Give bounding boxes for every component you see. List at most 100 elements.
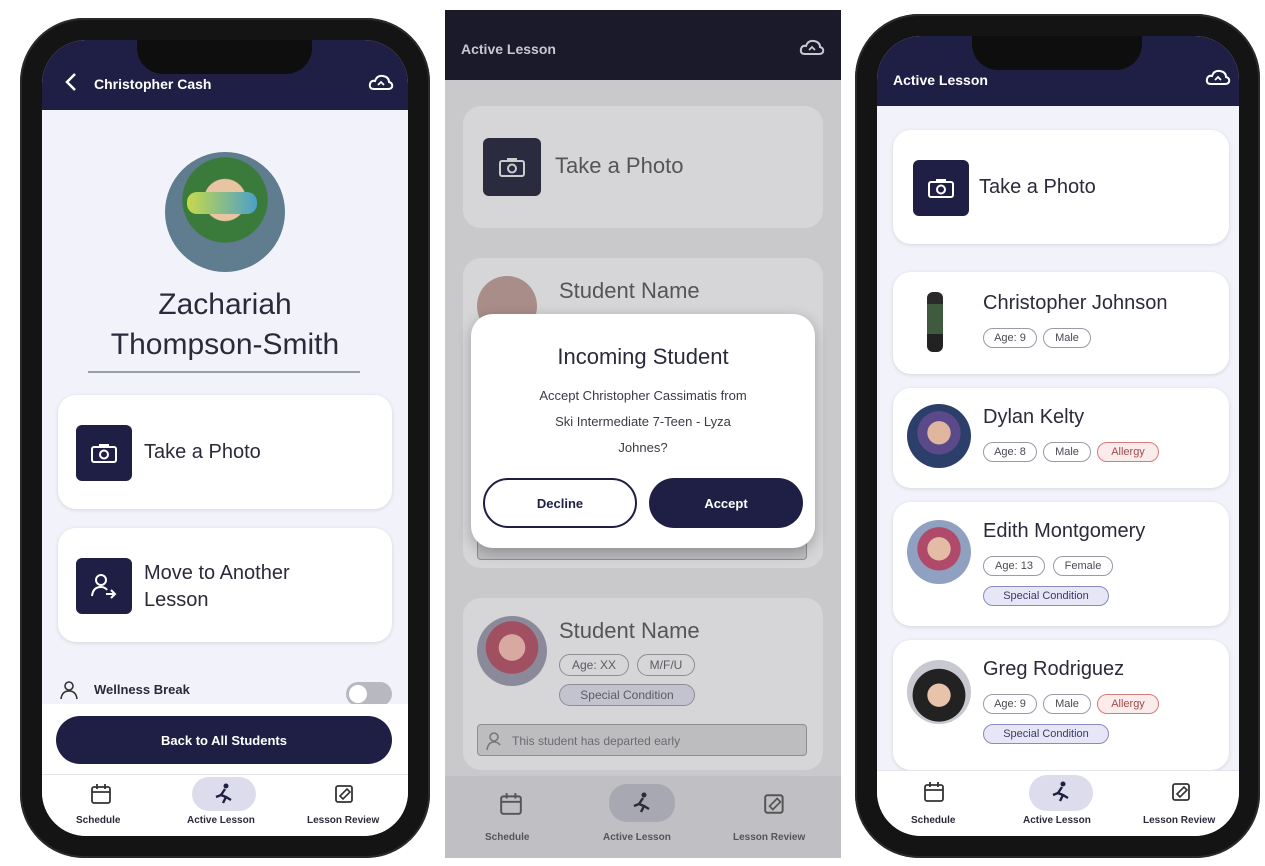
back-button-area: Back to All Students xyxy=(42,704,408,774)
modal-message-line3: Johnes? xyxy=(618,440,668,455)
move-lesson-card[interactable]: Move to Another Lesson xyxy=(58,528,392,642)
cloud-sync-icon[interactable] xyxy=(1205,68,1231,88)
modal-message-line1: Accept Christopher Cassimatis from xyxy=(539,388,747,403)
left-bottom-nav: Schedule Active Lesson Lesson Review xyxy=(42,774,408,836)
nav-review-label[interactable]: Lesson Review xyxy=(1143,815,1215,826)
nav-review-label[interactable]: Lesson Review xyxy=(307,815,379,826)
student-avatar xyxy=(477,616,547,686)
camera-icon xyxy=(91,444,117,463)
cloud-sync-icon[interactable] xyxy=(799,38,825,58)
back-button-label: Back to All Students xyxy=(161,732,287,748)
student-card-2[interactable]: Student Name Age: XX M/F/U Special Condi… xyxy=(463,598,823,770)
wellness-row: Wellness Break xyxy=(42,668,408,706)
gender-tag: Female xyxy=(1053,556,1113,576)
person-icon xyxy=(60,681,78,700)
take-photo-card[interactable]: Take a Photo xyxy=(58,395,392,509)
student-name-line2: Thompson-Smith xyxy=(110,328,340,361)
modal-title: Incoming Student xyxy=(557,344,729,369)
camera-icon-box xyxy=(913,160,969,216)
nav-schedule-label[interactable]: Schedule xyxy=(911,815,955,826)
special-condition-tag: Special Condition xyxy=(983,724,1109,744)
age-tag: Age: 8 xyxy=(983,442,1037,462)
take-photo-card[interactable]: Take a Photo xyxy=(893,130,1229,244)
camera-icon-box xyxy=(76,425,132,481)
nav-schedule-label[interactable]: Schedule xyxy=(76,815,120,826)
middle-screen: Active Lesson Take a Photo Student Name … xyxy=(445,10,841,858)
right-bottom-nav: Schedule Active Lesson Lesson Review xyxy=(877,770,1239,836)
lesson-review-icon[interactable] xyxy=(1171,781,1193,803)
left-phone: Christopher Cash Zachariah Thompson-Smit… xyxy=(20,18,430,858)
student-name: Student Name xyxy=(559,618,700,643)
left-screen: Christopher Cash Zachariah Thompson-Smit… xyxy=(42,40,408,836)
lesson-review-icon[interactable] xyxy=(334,783,356,805)
take-photo-label: Take a Photo xyxy=(979,176,1096,198)
schedule-icon[interactable] xyxy=(499,792,523,816)
student-avatar xyxy=(907,520,971,584)
take-photo-label: Take a Photo xyxy=(555,153,684,178)
back-to-all-students-button[interactable]: Back to All Students xyxy=(56,716,392,764)
student-name: Greg Rodriguez xyxy=(983,658,1125,680)
move-label-line2: Lesson xyxy=(144,589,209,611)
nav-active-label[interactable]: Active Lesson xyxy=(1023,815,1091,826)
middle-header: Active Lesson xyxy=(445,10,841,80)
nav-schedule-label[interactable]: Schedule xyxy=(485,832,529,843)
notch xyxy=(137,40,312,74)
lesson-review-icon[interactable] xyxy=(763,792,787,816)
schedule-icon[interactable] xyxy=(90,783,112,805)
name-divider xyxy=(88,371,360,373)
back-arrow-icon[interactable] xyxy=(64,72,78,92)
age-tag: Age: 9 xyxy=(983,328,1037,348)
goggles-graphic xyxy=(187,192,257,214)
student-name: Edith Montgomery xyxy=(983,520,1146,542)
camera-icon-box xyxy=(483,138,541,196)
student-name-line1: Zachariah xyxy=(158,288,292,321)
age-tag: Age: 9 xyxy=(983,694,1037,714)
gender-tag: Male xyxy=(1043,442,1091,462)
age-tag: Age: 13 xyxy=(983,556,1045,576)
skier-icon xyxy=(215,783,232,804)
gender-tag: M/F/U xyxy=(637,654,695,676)
accept-button[interactable]: Accept xyxy=(649,478,803,528)
student-avatar xyxy=(907,660,971,724)
departed-bar: This student has departed early xyxy=(477,724,807,756)
move-label-line1: Move to Another xyxy=(144,562,290,584)
skier-icon xyxy=(1052,781,1069,802)
nav-active-label[interactable]: Active Lesson xyxy=(187,815,255,826)
nav-active-label[interactable]: Active Lesson xyxy=(603,832,671,843)
decline-button[interactable]: Decline xyxy=(483,478,637,528)
camera-icon xyxy=(928,179,954,198)
right-phone: Active Lesson Take a Photo Christopher J… xyxy=(855,14,1260,858)
student-card[interactable]: Greg Rodriguez Age: 9 Male Allergy Speci… xyxy=(893,640,1229,770)
toggle-knob xyxy=(349,685,367,703)
special-condition-tag: Special Condition xyxy=(983,586,1109,606)
wellness-label: Wellness Break xyxy=(94,682,190,697)
student-avatar xyxy=(907,404,971,468)
header-title: Christopher Cash xyxy=(94,76,212,92)
age-tag: Age: XX xyxy=(559,654,629,676)
nav-review-label[interactable]: Lesson Review xyxy=(733,832,805,843)
gender-tag: Male xyxy=(1043,694,1091,714)
take-photo-label: Take a Photo xyxy=(144,441,261,463)
person-arrow-icon-box xyxy=(76,558,132,614)
student-card[interactable]: Dylan Kelty Age: 8 Male Allergy xyxy=(893,388,1229,488)
schedule-icon[interactable] xyxy=(923,781,945,803)
student-card[interactable]: Christopher Johnson Age: 9 Male xyxy=(893,272,1229,374)
gender-tag: Male xyxy=(1043,328,1091,348)
modal-message-line2: Ski Intermediate 7-Teen - Lyza xyxy=(555,414,731,429)
cloud-sync-icon[interactable] xyxy=(368,73,394,93)
departed-text: This student has departed early xyxy=(512,734,681,748)
student-photo xyxy=(165,152,285,272)
right-screen: Active Lesson Take a Photo Christopher J… xyxy=(877,36,1239,836)
student-avatar xyxy=(911,290,961,356)
right-header-title: Active Lesson xyxy=(893,72,988,88)
incoming-student-modal: Incoming Student Accept Christopher Cass… xyxy=(471,314,815,548)
take-photo-card[interactable]: Take a Photo xyxy=(463,106,823,228)
middle-bottom-nav: Schedule Active Lesson Lesson Review xyxy=(445,776,841,858)
student-name: Dylan Kelty xyxy=(983,406,1085,428)
allergy-tag: Allergy xyxy=(1097,694,1159,714)
wellness-toggle[interactable] xyxy=(346,682,392,706)
allergy-tag: Allergy xyxy=(1097,442,1159,462)
student-name: Student Name xyxy=(559,278,700,303)
person-move-icon xyxy=(91,574,117,599)
student-card[interactable]: Edith Montgomery Age: 13 Female Special … xyxy=(893,502,1229,626)
